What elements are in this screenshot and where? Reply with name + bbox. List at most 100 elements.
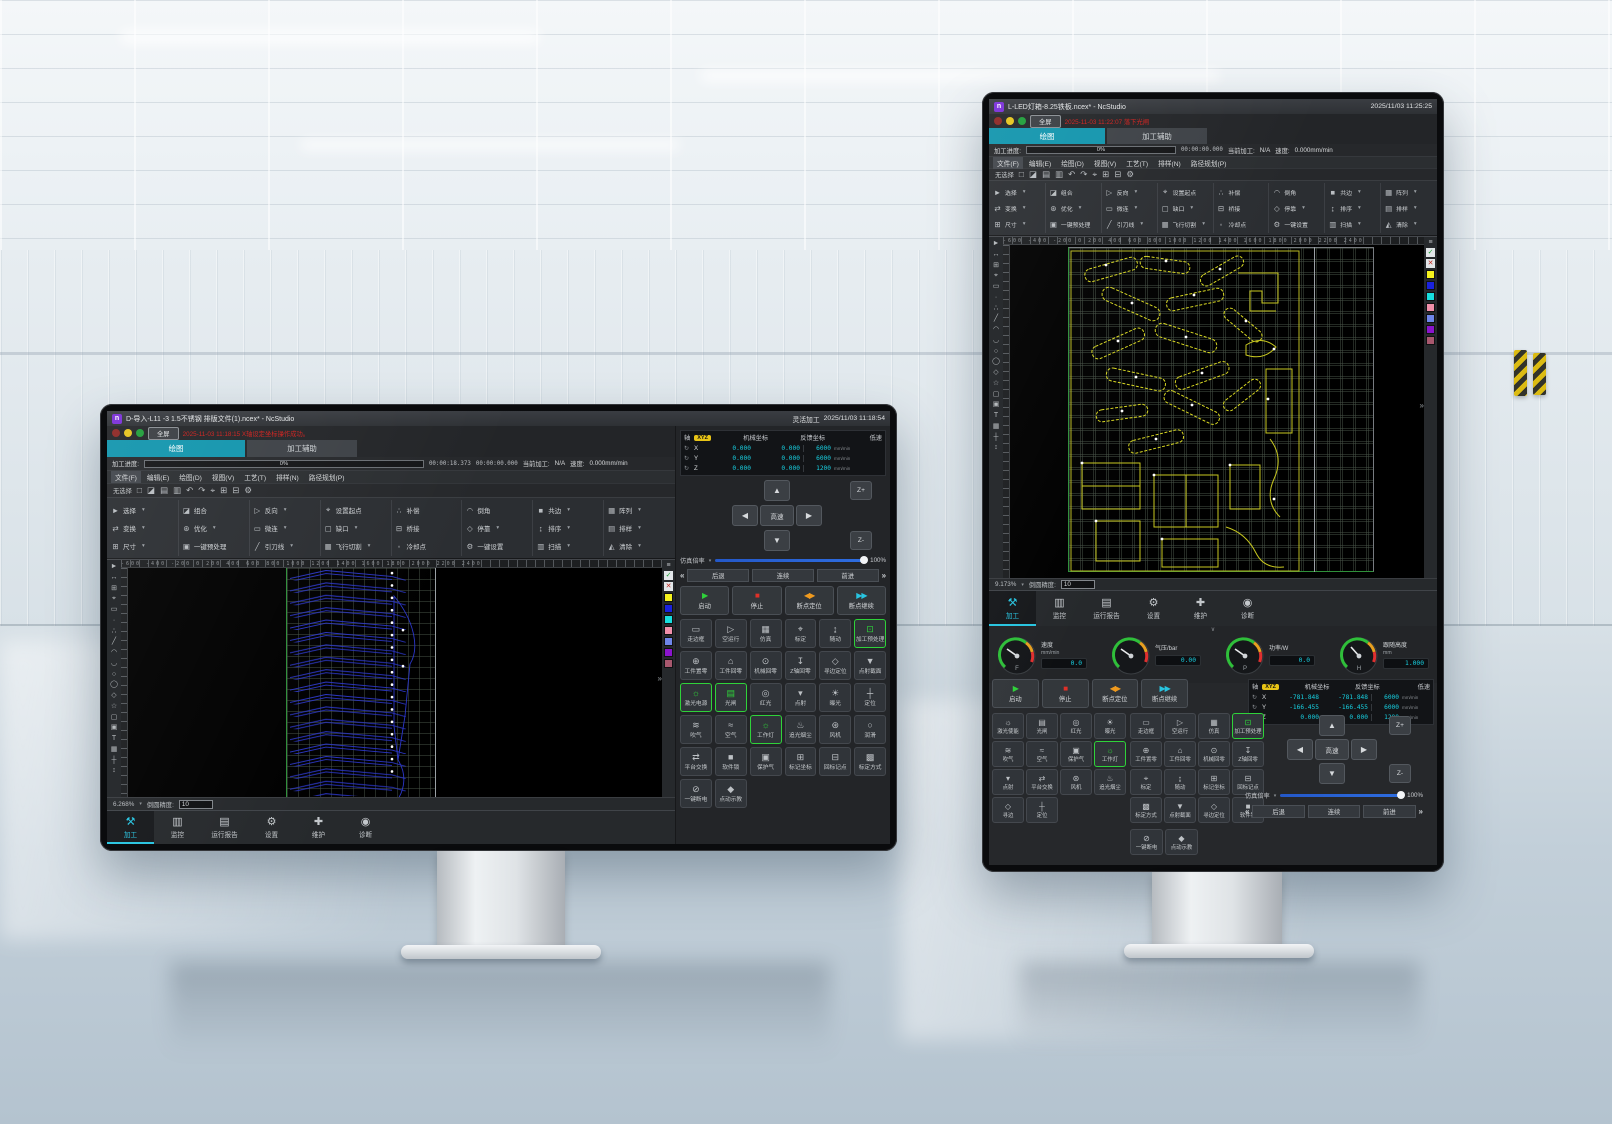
- tab-monitor[interactable]: ▥监控: [1036, 591, 1083, 626]
- rect-tool-icon[interactable]: ▢: [111, 714, 118, 723]
- line-tool-icon[interactable]: ╱: [112, 638, 116, 647]
- chamfer-button[interactable]: ◠倒角: [465, 501, 529, 519]
- open-file-icon[interactable]: ◪: [1029, 170, 1037, 179]
- grid-button[interactable]: ○润滑: [854, 715, 886, 744]
- microjoint-button[interactable]: ▭微连: [1105, 200, 1154, 216]
- breakpoint-resume-button[interactable]: ▶▶断点继续: [837, 586, 886, 615]
- layer-color-blue[interactable]: [1426, 281, 1435, 290]
- grid-button[interactable]: ☼激光电源: [680, 683, 712, 712]
- tab-draw[interactable]: 绘图: [107, 440, 245, 457]
- frame-select-icon[interactable]: ⊞: [1102, 170, 1109, 179]
- grid-button[interactable]: ▾点射: [785, 683, 817, 712]
- compensate-button[interactable]: ∴补偿: [1217, 184, 1266, 200]
- layer-visible-check-icon[interactable]: ✓: [664, 571, 673, 580]
- node-edit-icon[interactable]: ∴: [112, 628, 116, 637]
- tab-assist[interactable]: 加工辅助: [1107, 128, 1207, 144]
- jog-down-button[interactable]: ▼: [764, 530, 790, 551]
- grid-button[interactable]: ▩标定方式: [854, 747, 886, 776]
- flycut-button[interactable]: ▦飞行切割: [1161, 216, 1210, 232]
- ellipse-tool-icon[interactable]: ◯: [992, 358, 1000, 367]
- select-button[interactable]: ►选择: [111, 501, 175, 519]
- set-start-button[interactable]: ⌖设置起点: [324, 501, 388, 519]
- microjoint-button[interactable]: ▭微连: [253, 519, 317, 537]
- select-tool-icon[interactable]: ►: [111, 563, 118, 572]
- panel-expander-icon[interactable]: »: [1420, 401, 1424, 410]
- ellipse-tool-icon[interactable]: ◯: [110, 681, 118, 690]
- jog-up-button[interactable]: ▲: [1319, 715, 1345, 736]
- zoom-tool-icon[interactable]: ⌖: [994, 272, 998, 281]
- notch-button[interactable]: ▢缺口: [1161, 200, 1210, 216]
- grid-button[interactable]: ┼定位: [1026, 797, 1058, 823]
- slider-thumb[interactable]: [1397, 791, 1405, 799]
- jog-z-minus-button[interactable]: Z-: [1389, 764, 1411, 783]
- grid-button[interactable]: ⌂工件回零: [1164, 741, 1196, 767]
- nest-button[interactable]: ▤排样: [607, 519, 671, 537]
- jog-fast-button[interactable]: 高速: [1315, 739, 1349, 760]
- grid-button[interactable]: ⊡加工预处理: [1232, 713, 1264, 739]
- compensate-button[interactable]: ∴补偿: [395, 501, 459, 519]
- one-key-setting-button[interactable]: ⚙一键设置: [465, 537, 529, 555]
- grid-button[interactable]: ▤光闸: [715, 683, 747, 712]
- grid-button[interactable]: ⊙机械回零: [750, 651, 782, 680]
- arc3-tool-icon[interactable]: ◡: [111, 660, 117, 669]
- measure-icon[interactable]: ⊟: [1114, 170, 1121, 179]
- scan-button[interactable]: ▥扫描: [536, 537, 600, 555]
- layer-color-mauve[interactable]: [664, 659, 673, 668]
- dock-button[interactable]: ◇停靠: [465, 519, 529, 537]
- grid-button[interactable]: ▾点射: [992, 769, 1024, 795]
- grid-button[interactable]: ■软件锁: [715, 747, 747, 776]
- nest-button[interactable]: ▤排样: [1384, 200, 1433, 216]
- menu-edit[interactable]: 编辑(E): [1025, 157, 1055, 169]
- grid-button[interactable]: ▷空运行: [715, 619, 747, 648]
- drawing-canvas[interactable]: ► ↔ ⊞ ⌖ ▭ · ∴ ╱ ◠ ◡ ○ ◯ ◇ ☆ ▢ ▣ T: [989, 236, 1437, 578]
- grid-button[interactable]: ⊙机械回零: [1198, 741, 1230, 767]
- menu-process[interactable]: 工艺(T): [1122, 157, 1152, 169]
- layer-color-yellow[interactable]: [1426, 270, 1435, 279]
- grid-button[interactable]: ▦仿真: [1198, 713, 1230, 739]
- jog-z-minus-button[interactable]: Z-: [850, 531, 872, 550]
- rewind-icon[interactable]: «: [1245, 807, 1249, 816]
- tab-settings[interactable]: ⚙设置: [248, 811, 295, 844]
- panel-expander-icon[interactable]: »: [658, 674, 662, 683]
- grid-button[interactable]: ◎红光: [750, 683, 782, 712]
- tab-run-report[interactable]: ▤运行报告: [1083, 591, 1130, 626]
- point-tool-icon[interactable]: ·: [995, 294, 997, 303]
- circle-tool-icon[interactable]: ○: [112, 671, 116, 680]
- sim-rate-dropdown-icon[interactable]: ▾: [709, 558, 712, 564]
- grid-button[interactable]: ↨随动: [819, 619, 851, 648]
- new-file-icon[interactable]: □: [1019, 170, 1024, 179]
- reverse-button[interactable]: ▷反向: [1105, 184, 1154, 200]
- layer-hidden-x-icon[interactable]: ✕: [1426, 259, 1435, 268]
- grid-button[interactable]: ◆点动示教: [715, 779, 747, 808]
- grid-button[interactable]: ⊡加工预处理: [854, 619, 886, 648]
- grid-tool-icon[interactable]: ▦: [993, 423, 1000, 432]
- circle-tool-icon[interactable]: ○: [994, 348, 998, 357]
- tab-maintenance[interactable]: ✚维护: [295, 811, 342, 844]
- zoom-tool-icon[interactable]: ⌖: [112, 595, 116, 604]
- layer-color-purple[interactable]: [1426, 325, 1435, 334]
- tab-diagnosis[interactable]: ◉诊断: [1224, 591, 1271, 626]
- jog-fast-button[interactable]: 高速: [760, 505, 794, 526]
- breakpoint-locate-button[interactable]: ◀▶断点定位: [1092, 679, 1139, 708]
- dimension-button[interactable]: ⊞尺寸: [111, 537, 175, 555]
- grid-button[interactable]: ≈空气: [715, 715, 747, 744]
- canvas-viewport[interactable]: [1010, 245, 1424, 578]
- grid-button[interactable]: ┼定位: [854, 683, 886, 712]
- rect-tool-icon[interactable]: ▢: [993, 391, 1000, 400]
- grid-button[interactable]: ▷空运行: [1164, 713, 1196, 739]
- grid-button[interactable]: ♨追光烟尘: [1094, 769, 1126, 795]
- tool-settings-icon[interactable]: ⚙: [244, 486, 252, 495]
- grid-button[interactable]: ▦仿真: [750, 619, 782, 648]
- roundrect-tool-icon[interactable]: ▣: [993, 401, 1000, 410]
- fullscreen-button[interactable]: 全屏: [1030, 115, 1061, 128]
- grid-button[interactable]: ☼工作灯: [1094, 741, 1126, 767]
- grid-button[interactable]: ⌂工件回零: [715, 651, 747, 680]
- dock-button[interactable]: ◇停靠: [1272, 200, 1321, 216]
- menu-file[interactable]: 文件(F): [111, 471, 141, 483]
- text-tool-icon[interactable]: T: [994, 412, 998, 421]
- undo-icon[interactable]: ↶: [186, 486, 193, 495]
- menu-nest[interactable]: 排样(N): [272, 471, 303, 483]
- fit-view-icon[interactable]: ⊞: [993, 262, 999, 271]
- redo-icon[interactable]: ↷: [198, 486, 205, 495]
- tab-machining[interactable]: ⚒加工: [107, 811, 154, 844]
